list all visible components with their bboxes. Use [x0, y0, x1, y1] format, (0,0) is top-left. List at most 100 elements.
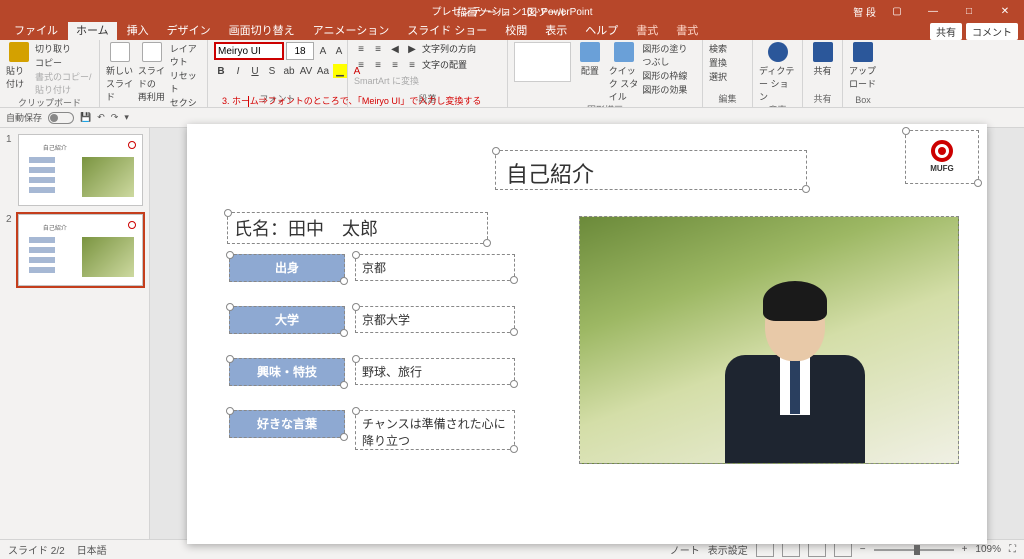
slide-counter[interactable]: スライド 2/2 [8, 542, 65, 557]
zoom-out-icon[interactable]: − [860, 544, 866, 555]
numbering-button[interactable]: ≡ [371, 42, 385, 56]
paste-button[interactable]: 貼り付け [6, 42, 31, 90]
autosave-toggle[interactable] [48, 112, 74, 124]
normal-view-icon[interactable] [756, 543, 774, 557]
row-value-1[interactable]: 京都大学 [355, 306, 515, 333]
title-bar: 描画ツール 図ツール プレゼンテーション10 - PowerPoint 智 段 … [0, 0, 1024, 22]
zoom-level[interactable]: 109% [975, 544, 1001, 555]
align-left-button[interactable]: ≡ [354, 58, 368, 72]
slideshow-view-icon[interactable] [834, 543, 852, 557]
row-value-2[interactable]: 野球、旅行 [355, 358, 515, 385]
slide-canvas[interactable]: 自己紹介 MUFG 氏名：田中 太郎 出身 京都 大学 京都大学 興味・特技 野… [187, 124, 987, 544]
font-name-input[interactable] [214, 42, 284, 60]
align-center-button[interactable]: ≡ [371, 58, 385, 72]
user-name[interactable]: 智 段 [853, 4, 876, 19]
text-align-button[interactable]: 文字の配置 [422, 58, 467, 72]
cut-button[interactable]: 切り取り [35, 42, 93, 55]
tab-transitions[interactable]: 画面切り替え [221, 20, 303, 40]
format-painter-button[interactable]: 書式のコピー/貼り付け [35, 70, 93, 96]
share-ribbon-button[interactable]: 共有 [809, 42, 836, 77]
indent-inc-button[interactable]: ▶ [405, 42, 419, 56]
row-value-3[interactable]: チャンスは準備された心に降り立つ [355, 410, 515, 450]
replace-button[interactable]: 置換 [709, 56, 727, 69]
shape-fill-button[interactable]: 図形の塗りつぶし [642, 42, 696, 68]
text-direction-button[interactable]: 文字列の方向 [422, 42, 476, 56]
arrange-button[interactable]: 配置 [575, 42, 605, 77]
group-clipboard: クリップボード [6, 96, 93, 108]
thumbnail-2[interactable]: 2 自己紹介 [6, 214, 143, 286]
reuse-slide-button[interactable]: スライドの 再利用 [138, 42, 166, 103]
name-textbox[interactable]: 氏名：田中 太郎 [227, 212, 488, 244]
mufg-logo-icon [931, 140, 953, 162]
close-icon[interactable]: ✕ [990, 6, 1020, 17]
tab-review[interactable]: 校閲 [497, 20, 535, 40]
font-size-input[interactable] [286, 42, 314, 60]
copy-button[interactable]: コピー [35, 56, 93, 69]
row-value-0[interactable]: 京都 [355, 254, 515, 281]
row-label-0[interactable]: 出身 [229, 254, 345, 282]
display-settings-button[interactable]: 表示設定 [708, 542, 748, 557]
spacing-button[interactable]: AV [299, 64, 313, 78]
reset-button[interactable]: リセット [170, 69, 201, 95]
dictate-button[interactable]: ディクテー ション [759, 42, 796, 103]
tab-view[interactable]: 表示 [537, 20, 575, 40]
tab-insert[interactable]: 挿入 [119, 20, 157, 40]
shadow-button[interactable]: ab [282, 64, 296, 78]
minimize-icon[interactable]: — [918, 6, 948, 17]
tab-home[interactable]: ホーム [68, 20, 117, 40]
select-button[interactable]: 選択 [709, 70, 727, 83]
title-textbox[interactable]: 自己紹介 [495, 150, 807, 190]
bold-button[interactable]: B [214, 64, 228, 78]
justify-button[interactable]: ≡ [405, 58, 419, 72]
shape-outline-button[interactable]: 図形の枠線 [642, 69, 696, 82]
section-button[interactable]: セクション [170, 96, 201, 108]
quick-styles-button[interactable]: クイック スタイル [609, 42, 639, 103]
find-button[interactable]: 検索 [709, 42, 727, 55]
align-right-button[interactable]: ≡ [388, 58, 402, 72]
tab-file[interactable]: ファイル [6, 20, 66, 40]
redo-icon[interactable]: ↷ [111, 112, 119, 123]
row-label-1[interactable]: 大学 [229, 306, 345, 334]
shapes-gallery[interactable] [514, 42, 571, 82]
zoom-in-icon[interactable]: + [962, 544, 968, 555]
underline-button[interactable]: U [248, 64, 262, 78]
bullets-button[interactable]: ≡ [354, 42, 368, 56]
shape-effects-button[interactable]: 図形の効果 [642, 83, 696, 96]
case-button[interactable]: Aa [316, 64, 330, 78]
slide-editor[interactable]: 自己紹介 MUFG 氏名：田中 太郎 出身 京都 大学 京都大学 興味・特技 野… [150, 128, 1024, 539]
row-label-3[interactable]: 好きな言葉 [229, 410, 345, 438]
tab-format-picture[interactable]: 書式 [668, 20, 706, 40]
tab-slideshow[interactable]: スライド ショー [399, 20, 495, 40]
maximize-icon[interactable]: □ [954, 6, 984, 17]
photo-placeholder[interactable] [579, 216, 959, 464]
increase-font-icon[interactable]: A [316, 44, 330, 58]
fit-window-icon[interactable]: ⛶ [1009, 544, 1016, 555]
new-slide-button[interactable]: 新しい スライド [106, 42, 134, 103]
highlight-button[interactable]: ▁ [333, 64, 347, 78]
undo-icon[interactable]: ↶ [97, 112, 105, 123]
notes-button[interactable]: ノート [670, 542, 700, 557]
tab-help[interactable]: ヘルプ [577, 20, 626, 40]
row-label-2[interactable]: 興味・特技 [229, 358, 345, 386]
indent-dec-button[interactable]: ◀ [388, 42, 402, 56]
save-icon[interactable]: 💾 [80, 112, 91, 123]
tab-design[interactable]: デザイン [159, 20, 219, 40]
reading-view-icon[interactable] [808, 543, 826, 557]
logo-box[interactable]: MUFG [905, 130, 979, 184]
zoom-slider[interactable] [874, 549, 954, 551]
decrease-font-icon[interactable]: A [332, 44, 346, 58]
share-button[interactable]: 共有 [930, 23, 962, 40]
smartart-button[interactable]: SmartArt に変換 [354, 74, 419, 87]
comment-button[interactable]: コメント [966, 23, 1018, 40]
thumbnail-1[interactable]: 1 自己紹介 [6, 134, 143, 206]
tab-format-draw[interactable]: 書式 [628, 20, 666, 40]
strike-button[interactable]: S [265, 64, 279, 78]
ribbon-options-icon[interactable]: ▢ [882, 6, 912, 17]
language-indicator[interactable]: 日本語 [77, 542, 107, 557]
italic-button[interactable]: I [231, 64, 245, 78]
tab-animations[interactable]: アニメーション [305, 20, 398, 40]
sorter-view-icon[interactable] [782, 543, 800, 557]
layout-button[interactable]: レイアウト [170, 42, 201, 68]
qat-more-icon[interactable]: ▾ [124, 112, 129, 123]
box-upload-button[interactable]: アップ ロード [849, 42, 877, 90]
